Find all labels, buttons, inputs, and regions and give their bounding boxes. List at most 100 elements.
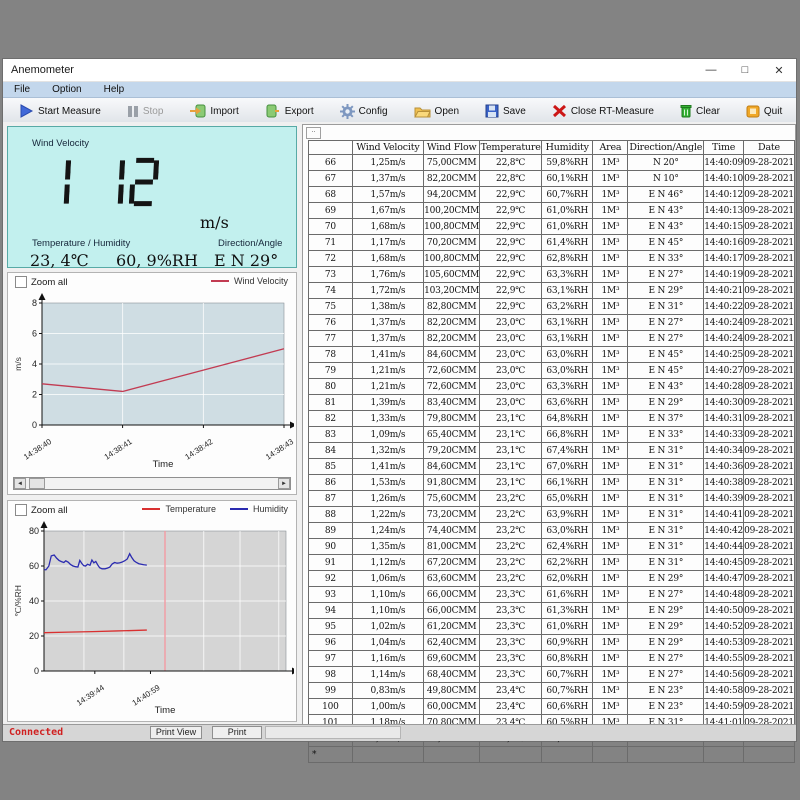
column-header[interactable] xyxy=(309,141,353,155)
minimize-button[interactable]: — xyxy=(694,60,728,80)
chart1-zoom-all-checkbox[interactable]: Zoom all xyxy=(15,276,67,288)
table-cell: 23,0℃ xyxy=(480,363,542,379)
table-row[interactable]: 781,41m/s84,60CMM23,0℃63,0%RH1M³E N 45°1… xyxy=(309,347,795,363)
column-header[interactable]: Temperature xyxy=(480,141,542,155)
column-header[interactable]: Time xyxy=(704,141,744,155)
table-cell: E N 29° xyxy=(628,571,704,587)
table-header-row: Wind VelocityWind FlowTemperatureHumidit… xyxy=(309,141,795,155)
table-row[interactable]: 671,37m/s82,20CMM22,8℃60,1%RH1M³N 10°14:… xyxy=(309,171,795,187)
save-button[interactable]: Save xyxy=(483,100,528,122)
table-cell: 14:40:24 xyxy=(704,331,744,347)
table-row[interactable]: 741,72m/s103,20CMM22,9℃63,1%RH1M³E N 29°… xyxy=(309,283,795,299)
lcd-digit-1 xyxy=(95,157,126,207)
chart1-horizontal-scrollbar[interactable]: ◄ ► xyxy=(13,477,291,490)
table-row[interactable]: 811,39m/s83,40CMM23,0℃63,6%RH1M³E N 29°1… xyxy=(309,395,795,411)
table-row[interactable]: 801,21m/s72,60CMM23,0℃63,3%RH1M³E N 43°1… xyxy=(309,379,795,395)
table-row[interactable]: 951,02m/s61,20CMM23,3℃61,0%RH1M³E N 29°1… xyxy=(309,619,795,635)
table-row[interactable]: 1001,00m/s60,00CMM23,4℃60,6%RH1M³E N 23°… xyxy=(309,699,795,715)
column-header[interactable]: Direction/Angle xyxy=(628,141,704,155)
print-button[interactable]: Print xyxy=(212,726,262,739)
table-row[interactable]: 821,33m/s79,80CMM23,1℃64,8%RH1M³E N 37°1… xyxy=(309,411,795,427)
table-row[interactable]: 761,37m/s82,20CMM23,0℃63,1%RH1M³E N 27°1… xyxy=(309,315,795,331)
table-cell: 09-28-2021 xyxy=(744,379,795,395)
table-cell: 09-28-2021 xyxy=(744,347,795,363)
table-corner-tab[interactable]: .. xyxy=(306,127,321,139)
table-row[interactable]: 711,17m/s70,20CMM22,9℃61,4%RH1M³E N 45°1… xyxy=(309,235,795,251)
table-row[interactable]: 990,83m/s49,80CMM23,4℃60,7%RH1M³E N 23°1… xyxy=(309,683,795,699)
menu-help[interactable]: Help xyxy=(93,82,136,97)
svg-text:14:39:44: 14:39:44 xyxy=(75,683,106,708)
stop-button[interactable]: Stop xyxy=(125,100,166,122)
table-row[interactable]: 981,14m/s68,40CMM23,3℃60,7%RH1M³E N 27°1… xyxy=(309,667,795,683)
clear-button[interactable]: Clear xyxy=(678,100,722,122)
table-row[interactable]: 911,12m/s67,20CMM23,2℃62,2%RH1M³E N 31°1… xyxy=(309,555,795,571)
quit-button[interactable]: Quit xyxy=(744,100,784,122)
table-row[interactable]: 901,35m/s81,00CMM23,2℃62,4%RH1M³E N 31°1… xyxy=(309,539,795,555)
scroll-right-arrow-icon[interactable]: ► xyxy=(278,478,290,489)
table-row[interactable]: 681,57m/s94,20CMM22,9℃60,7%RH1M³E N 46°1… xyxy=(309,187,795,203)
table-cell: 14:40:33 xyxy=(704,427,744,443)
open-button[interactable]: Open xyxy=(412,100,461,122)
menu-option[interactable]: Option xyxy=(41,82,92,97)
table-row[interactable]: 691,67m/s100,20CMM22,9℃61,0%RH1M³E N 43°… xyxy=(309,203,795,219)
column-header[interactable]: Wind Velocity xyxy=(352,141,423,155)
column-header[interactable]: Area xyxy=(593,141,628,155)
table-cell: 23,3℃ xyxy=(480,651,542,667)
export-button[interactable]: Export xyxy=(263,100,316,122)
table-row[interactable]: 921,06m/s63,60CMM23,2℃62,0%RH1M³E N 29°1… xyxy=(309,571,795,587)
table-row[interactable]: 721,68m/s100,80CMM22,9℃62,8%RH1M³E N 33°… xyxy=(309,251,795,267)
column-header[interactable]: Wind Flow xyxy=(424,141,480,155)
table-empty-row[interactable]: * xyxy=(309,747,795,763)
table-cell xyxy=(704,747,744,763)
table-cell: 63,0%RH xyxy=(542,363,593,379)
maximize-button[interactable]: □ xyxy=(728,60,762,80)
table-row[interactable]: 771,37m/s82,20CMM23,0℃63,1%RH1M³E N 27°1… xyxy=(309,331,795,347)
table-row[interactable]: 701,68m/s100,80CMM22,9℃61,0%RH1M³E N 43°… xyxy=(309,219,795,235)
table-row[interactable]: 831,09m/s65,40CMM23,1℃66,8%RH1M³E N 33°1… xyxy=(309,427,795,443)
checkbox-icon[interactable] xyxy=(15,276,27,288)
table-row[interactable]: 961,04m/s62,40CMM23,3℃60,9%RH1M³E N 29°1… xyxy=(309,635,795,651)
table-cell: 1,38m/s xyxy=(352,299,423,315)
table-cell: 60,00CMM xyxy=(424,699,480,715)
table-row[interactable]: 941,10m/s66,00CMM23,3℃61,3%RH1M³E N 29°1… xyxy=(309,603,795,619)
close-rt-measure-button[interactable]: Close RT-Measure xyxy=(550,100,656,122)
import-button[interactable]: Import xyxy=(187,100,240,122)
play-icon xyxy=(19,104,34,118)
close-button[interactable]: ✕ xyxy=(762,60,796,80)
toolbar-button-label: Stop xyxy=(143,106,164,117)
table-cell: 82,20CMM xyxy=(424,315,480,331)
scrollbar-thumb[interactable] xyxy=(29,478,45,489)
checkbox-icon[interactable] xyxy=(15,504,27,516)
table-cell: 60,1%RH xyxy=(542,171,593,187)
table-row[interactable]: 971,16m/s69,60CMM23,3℃60,8%RH1M³E N 27°1… xyxy=(309,651,795,667)
column-header[interactable]: Date xyxy=(744,141,795,155)
column-header[interactable]: Humidity xyxy=(542,141,593,155)
svg-text:14:38:42: 14:38:42 xyxy=(183,437,214,462)
menu-file[interactable]: File xyxy=(3,82,41,97)
table-cell: 09-28-2021 xyxy=(744,523,795,539)
table-row[interactable]: 891,24m/s74,40CMM23,2℃63,0%RH1M³E N 31°1… xyxy=(309,523,795,539)
desktop-background: Anemometer —□✕ FileOptionHelp Start Meas… xyxy=(0,0,800,800)
print-view-button[interactable]: Print View xyxy=(150,726,202,739)
config-button[interactable]: Config xyxy=(338,100,390,122)
title-bar[interactable]: Anemometer —□✕ xyxy=(3,59,796,82)
table-row[interactable]: 881,22m/s73,20CMM23,2℃63,9%RH1M³E N 31°1… xyxy=(309,507,795,523)
table-row[interactable]: 851,41m/s84,60CMM23,1℃67,0%RH1M³E N 31°1… xyxy=(309,459,795,475)
table-row[interactable]: 791,21m/s72,60CMM23,0℃63,0%RH1M³E N 45°1… xyxy=(309,363,795,379)
table-row[interactable]: 841,32m/s79,20CMM23,1℃67,4%RH1M³E N 31°1… xyxy=(309,443,795,459)
window-title: Anemometer xyxy=(3,64,694,76)
chart2-zoom-all-checkbox[interactable]: Zoom all xyxy=(15,504,67,516)
scroll-left-arrow-icon[interactable]: ◄ xyxy=(14,478,26,489)
table-cell: 09-28-2021 xyxy=(744,251,795,267)
table-row[interactable]: 731,76m/s105,60CMM22,9℃63,3%RH1M³E N 27°… xyxy=(309,267,795,283)
table-cell: 91 xyxy=(309,555,353,571)
table-row[interactable]: 931,10m/s66,00CMM23,3℃61,6%RH1M³E N 27°1… xyxy=(309,587,795,603)
table-row[interactable]: 871,26m/s75,60CMM23,2℃65,0%RH1M³E N 31°1… xyxy=(309,491,795,507)
table-row[interactable]: 661,25m/s75,00CMM22,8℃59,8%RH1M³N 20°14:… xyxy=(309,155,795,171)
table-row[interactable]: 751,38m/s82,80CMM22,9℃63,2%RH1M³E N 31°1… xyxy=(309,299,795,315)
table-cell: 78 xyxy=(309,347,353,363)
table-row[interactable]: 861,53m/s91,80CMM23,1℃66,1%RH1M³E N 31°1… xyxy=(309,475,795,491)
table-cell: 1M³ xyxy=(593,699,628,715)
start-measure-button[interactable]: Start Measure xyxy=(17,100,103,122)
table-cell: 14:40:28 xyxy=(704,379,744,395)
